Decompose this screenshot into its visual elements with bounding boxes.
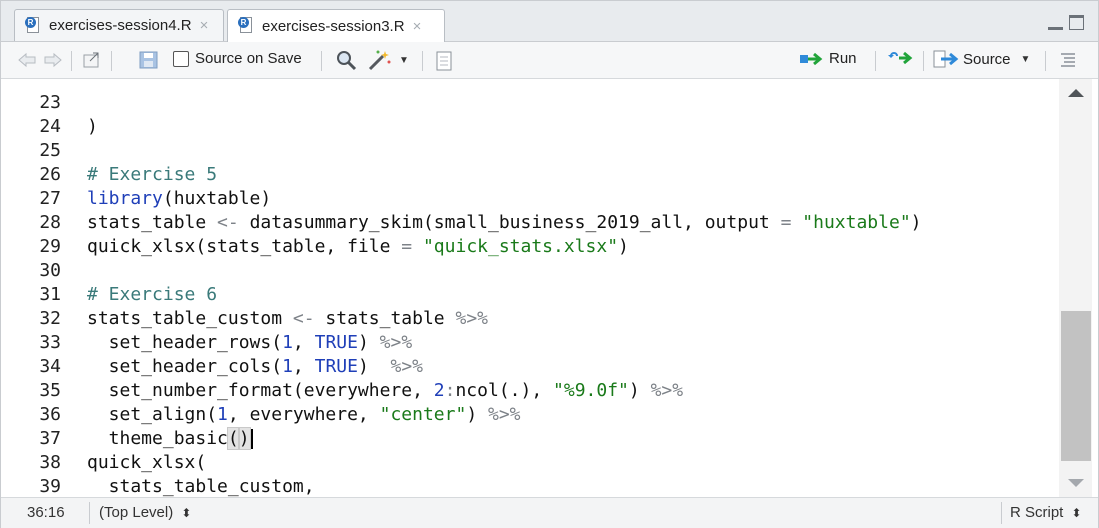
maximize-icon[interactable] xyxy=(1069,15,1084,30)
show-in-window-icon[interactable] xyxy=(81,51,103,69)
code-line: 35 set_align(1, everywhere, "center") %>… xyxy=(1,355,1059,425)
updown-arrows-icon: ⬍ xyxy=(1071,506,1082,520)
tab-exercises-session4[interactable]: R exercises-session4.R × xyxy=(14,9,224,41)
file-type-selector[interactable]: R Script ⬍ xyxy=(1010,504,1082,521)
code-line: 25 # Exercise 5 xyxy=(1,115,1059,185)
scope-selector[interactable]: (Top Level) ⬍ xyxy=(99,504,191,521)
updown-arrows-icon: ⬍ xyxy=(181,506,192,520)
scroll-down-icon[interactable] xyxy=(1068,479,1084,487)
close-icon[interactable]: × xyxy=(413,18,422,35)
run-label: Run xyxy=(829,50,857,67)
code-line: 39 file = "stats-custom.xlsx" xyxy=(1,451,1059,497)
code-line: 29 xyxy=(1,211,1059,257)
code-line: 27 stats_table <- datasummary_skim(small… xyxy=(1,163,1059,233)
r-file-icon: R xyxy=(238,17,254,35)
chevron-down-icon[interactable]: ▼ xyxy=(399,55,409,66)
outline-icon[interactable] xyxy=(1059,52,1077,68)
close-icon[interactable]: × xyxy=(200,17,209,34)
file-type-label: R Script xyxy=(1010,504,1064,521)
search-icon[interactable] xyxy=(335,49,357,71)
vertical-scrollbar[interactable] xyxy=(1059,79,1092,497)
source-on-save-option[interactable]: Source on Save xyxy=(173,50,302,67)
save-icon[interactable] xyxy=(139,51,159,69)
tab-bar: R exercises-session4.R × R exercises-ses… xyxy=(1,1,1098,42)
rerun-button[interactable] xyxy=(887,50,915,66)
source-on-save-checkbox[interactable] xyxy=(173,50,189,67)
back-arrow-icon[interactable] xyxy=(17,52,37,68)
minimize-icon[interactable] xyxy=(1048,15,1063,30)
scroll-up-icon[interactable] xyxy=(1068,89,1084,97)
code-line: 36 theme_basic() xyxy=(1,379,1059,450)
code-line: 28 quick_xlsx(stats_table, file = "quick… xyxy=(1,187,1059,257)
code-line: 33 set_header_cols(1, TRUE) %>% xyxy=(1,307,1059,377)
rerun-icon xyxy=(888,51,913,65)
magic-wand-icon[interactable]: ▼ xyxy=(367,49,409,71)
r-file-icon: R xyxy=(25,16,41,35)
code-line: 23 ) xyxy=(1,79,1059,137)
source-label: Source xyxy=(963,50,1011,68)
tab-label: exercises-session3.R xyxy=(262,17,405,35)
scrollbar-thumb[interactable] xyxy=(1061,311,1091,461)
code-line: 40 ) xyxy=(1,475,1059,497)
code-line: 37 quick_xlsx( xyxy=(1,403,1059,473)
status-bar: 36:16 (Top Level) ⬍ R Script ⬍ xyxy=(1,497,1098,528)
run-button[interactable]: Run xyxy=(799,50,857,67)
source-on-save-label: Source on Save xyxy=(195,50,302,67)
tab-label: exercises-session4.R xyxy=(49,17,192,34)
editor-toolbar: Source on Save ▼ Run Source ▼ xyxy=(1,42,1098,79)
compile-report-icon[interactable] xyxy=(435,51,453,71)
editor-pane: R exercises-session4.R × R exercises-ses… xyxy=(0,0,1099,528)
forward-arrow-icon[interactable] xyxy=(43,52,63,68)
tab-exercises-session3[interactable]: R exercises-session3.R × xyxy=(227,9,445,42)
cursor-position: 36:16 xyxy=(27,504,65,521)
code-line: 34 set_number_format(everywhere, 2:ncol(… xyxy=(1,331,1059,401)
run-arrow-icon xyxy=(800,52,823,65)
code-line: 24 xyxy=(1,91,1059,137)
window-controls xyxy=(1048,15,1084,30)
scope-label: (Top Level) xyxy=(99,504,174,521)
chevron-down-icon[interactable]: ▼ xyxy=(1021,54,1031,65)
code-line: 31 stats_table_custom <- stats_table %>% xyxy=(1,259,1059,329)
code-line: 38 stats_table_custom, xyxy=(1,427,1059,497)
source-icon xyxy=(933,50,959,68)
source-button[interactable]: Source ▼ xyxy=(933,50,1030,68)
code-line: 30 # Exercise 6 xyxy=(1,235,1059,305)
code-line: 32 set_header_rows(1, TRUE) %>% xyxy=(1,283,1059,353)
code-line: 26 library(huxtable) xyxy=(1,139,1059,209)
code-editor[interactable]: 23 ) 24 25 # Exercise 5 26 library(huxta… xyxy=(1,79,1098,497)
